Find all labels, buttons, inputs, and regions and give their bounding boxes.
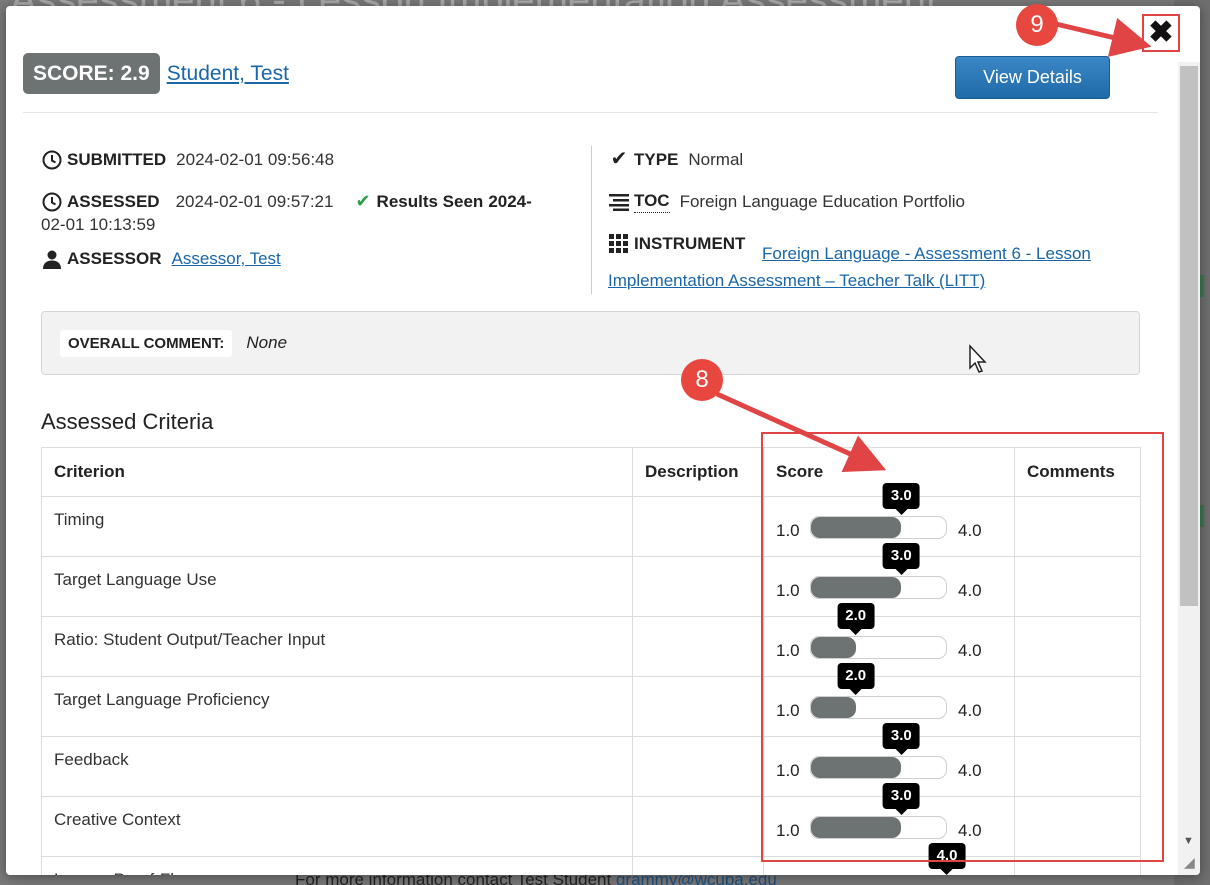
annotation-arrow-9	[1055, 17, 1152, 57]
annotation-arrow-8	[715, 391, 887, 473]
annotation-arrows	[715, 17, 1152, 473]
